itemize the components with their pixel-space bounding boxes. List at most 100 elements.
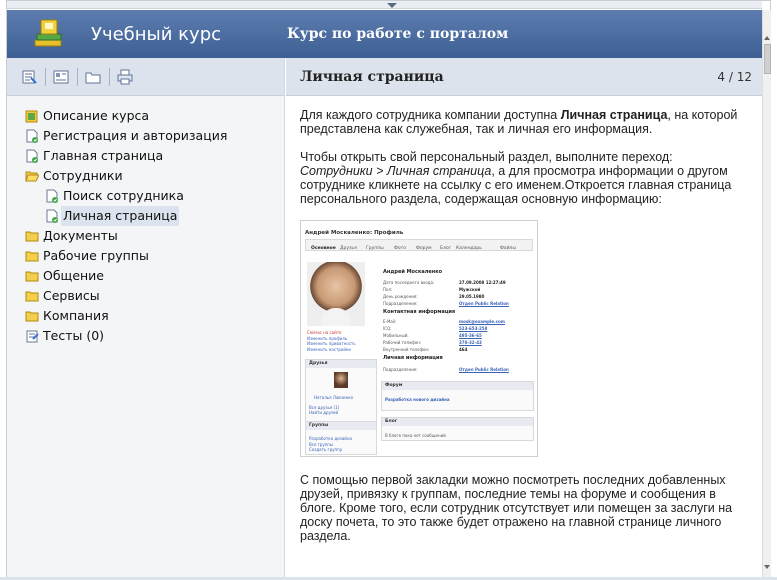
- print-icon[interactable]: [117, 69, 133, 85]
- sidebar-item-label: Сотрудники: [43, 168, 123, 183]
- course-window: Учебный курс Курс по работе с порталом О…: [6, 0, 771, 580]
- index-icon[interactable]: [53, 69, 69, 85]
- folder-open-icon: [25, 171, 39, 182]
- ps-box-title: Группы: [306, 422, 376, 430]
- scroll-up-icon[interactable]: [764, 36, 770, 40]
- ps-profile-links: Сейчас на сайте Изменить профиль Изменит…: [307, 330, 356, 352]
- sidebar-item-label: Компания: [43, 308, 109, 323]
- text-run: Для каждого сотрудника компании доступна: [300, 108, 561, 122]
- ps-row-value: Отдел Public Relation: [459, 367, 509, 372]
- ps-blog-box: Блог В блоге пока нет сообщений: [381, 417, 534, 441]
- ps-link: Найти друзей: [309, 410, 339, 415]
- toolbar-separator: [45, 68, 46, 86]
- course-tree: Описание курса Регистрация и авторизация Г…: [7, 96, 284, 346]
- ps-tab: Основное: [311, 246, 336, 251]
- ps-row-label: Подразделение:: [383, 367, 418, 372]
- app-title: Учебный курс: [91, 24, 222, 45]
- ps-row-value: Отдел Public Relation: [459, 301, 509, 306]
- ps-groups-links: Все группы Создать группу: [309, 442, 342, 452]
- sidebar-item[interactable]: Описание курса: [7, 106, 284, 126]
- ps-forum-topic: Разработка нового дизайна: [385, 397, 450, 402]
- profile-screenshot: Андрей Москаленко: Профиль Основное Друзь…: [300, 220, 538, 457]
- sidebar-item-label: Сервисы: [43, 288, 100, 303]
- ps-friend-name: Наталья Лавчинко: [314, 395, 354, 400]
- page-counter: 4 / 12: [717, 70, 752, 84]
- sidebar-item[interactable]: Поиск сотрудника: [7, 186, 284, 206]
- ps-groups-box: Группы Разработка дизайна Все группы Соз…: [305, 421, 377, 455]
- text-run: Чтобы открыть свой персональный раздел, …: [300, 150, 673, 164]
- ps-tab: Форум: [416, 246, 432, 251]
- glossary-icon[interactable]: [85, 69, 101, 85]
- paragraph-intro: Для каждого сотрудника компании доступна…: [300, 108, 748, 136]
- sidebar-item[interactable]: Компания: [7, 306, 284, 326]
- ps-tab: Группы: [366, 246, 384, 251]
- sidebar-item-label: Документы: [43, 228, 118, 243]
- ps-link: Создать группу: [309, 447, 343, 452]
- window-top-bar: [7, 1, 762, 9]
- sidebar-item[interactable]: Тесты (0): [7, 326, 284, 346]
- lesson-icon: [26, 149, 38, 163]
- sidebar-item-label: Тесты (0): [43, 328, 105, 343]
- lesson-icon: [46, 189, 58, 203]
- lesson-icon: [26, 129, 38, 143]
- folder-icon: [25, 231, 39, 242]
- ps-friends-links: Все друзья (1) Найти друзей: [309, 405, 339, 415]
- main-content: Личная страница 4 / 12 Для каждого сотру…: [286, 58, 762, 580]
- sidebar-item[interactable]: Личная страница: [7, 206, 284, 226]
- ps-link: Изменить приватность: [307, 341, 356, 346]
- book-stack-icon: [34, 19, 62, 47]
- lesson-icon: [46, 209, 58, 223]
- scroll-thumb[interactable]: [764, 44, 771, 74]
- sidebar-item-label: Главная страница: [43, 148, 164, 163]
- italic-path: Сотрудники > Личная страница: [300, 164, 492, 178]
- ps-tab: Друзья: [340, 246, 357, 251]
- sidebar-item[interactable]: Главная страница: [7, 146, 284, 166]
- ps-forum-box: Форум Разработка нового дизайна: [381, 381, 534, 411]
- sidebar-item[interactable]: Сотрудники: [7, 166, 284, 186]
- ps-tabs: Основное Друзья Группы Фото Форум Блог Календа…: [305, 239, 533, 251]
- folder-icon: [25, 311, 39, 322]
- ps-blog-text: В блоге пока нет сообщений: [385, 433, 446, 438]
- ps-tab: Календарь: [456, 246, 482, 251]
- main-scrollbar[interactable]: [762, 10, 771, 580]
- ps-friends-box: Друзья Наталья Лавчинко Все друзья (1) Н…: [305, 359, 377, 423]
- paragraph-tabs: С помощью первой закладки можно посмотре…: [300, 473, 733, 543]
- sidebar-item[interactable]: Регистрация и авторизация: [7, 126, 284, 146]
- friend-avatar: [334, 372, 348, 388]
- folder-icon: [25, 291, 39, 302]
- paragraph-navigation: Чтобы открыть свой персональный раздел, …: [300, 150, 748, 206]
- bold-term: Личная страница: [560, 108, 668, 122]
- sidebar: Описание курса Регистрация и авторизация Г…: [7, 58, 285, 580]
- folder-icon: [25, 251, 39, 262]
- ps-tab: Фото: [394, 246, 407, 251]
- ps-link: Изменить настройки: [307, 346, 351, 352]
- ps-box-title: Друзья: [306, 360, 376, 368]
- collapse-handle-icon[interactable]: [387, 3, 397, 8]
- ps-row-value: 464: [459, 347, 468, 352]
- sidebar-item-label: Описание курса: [43, 108, 150, 123]
- contents-icon[interactable]: [21, 69, 37, 85]
- ps-box-title: Блог: [382, 418, 533, 426]
- ps-tab: Файлы: [500, 246, 516, 251]
- scroll-down-icon[interactable]: [764, 565, 770, 569]
- ps-title: Андрей Москаленко: Профиль: [305, 230, 404, 236]
- sidebar-item-label: Рабочие группы: [43, 248, 149, 263]
- sidebar-item-label: Поиск сотрудника: [63, 188, 184, 203]
- sidebar-item[interactable]: Общение: [7, 266, 284, 286]
- sidebar-item-label: Регистрация и авторизация: [43, 128, 228, 143]
- sidebar-item[interactable]: Рабочие группы: [7, 246, 284, 266]
- ps-box-title: Форум: [382, 382, 533, 390]
- sidebar-item[interactable]: Сервисы: [7, 286, 284, 306]
- toolbar-separator: [109, 68, 110, 86]
- course-title: Курс по работе с порталом: [287, 26, 509, 42]
- course-description-icon: [25, 110, 38, 123]
- user-photo-image: [307, 262, 365, 326]
- sidebar-item-label: Личная страница: [61, 206, 180, 226]
- toolbar-separator: [77, 68, 78, 86]
- sidebar-item[interactable]: Документы: [7, 226, 284, 246]
- page-title: Личная страница: [300, 69, 444, 85]
- ps-tab: Блог: [440, 246, 452, 251]
- sidebar-toolbar: [7, 58, 284, 96]
- app-header: Учебный курс Курс по работе с порталом: [7, 10, 762, 58]
- lesson-text: Для каждого сотрудника компании доступна…: [286, 96, 762, 543]
